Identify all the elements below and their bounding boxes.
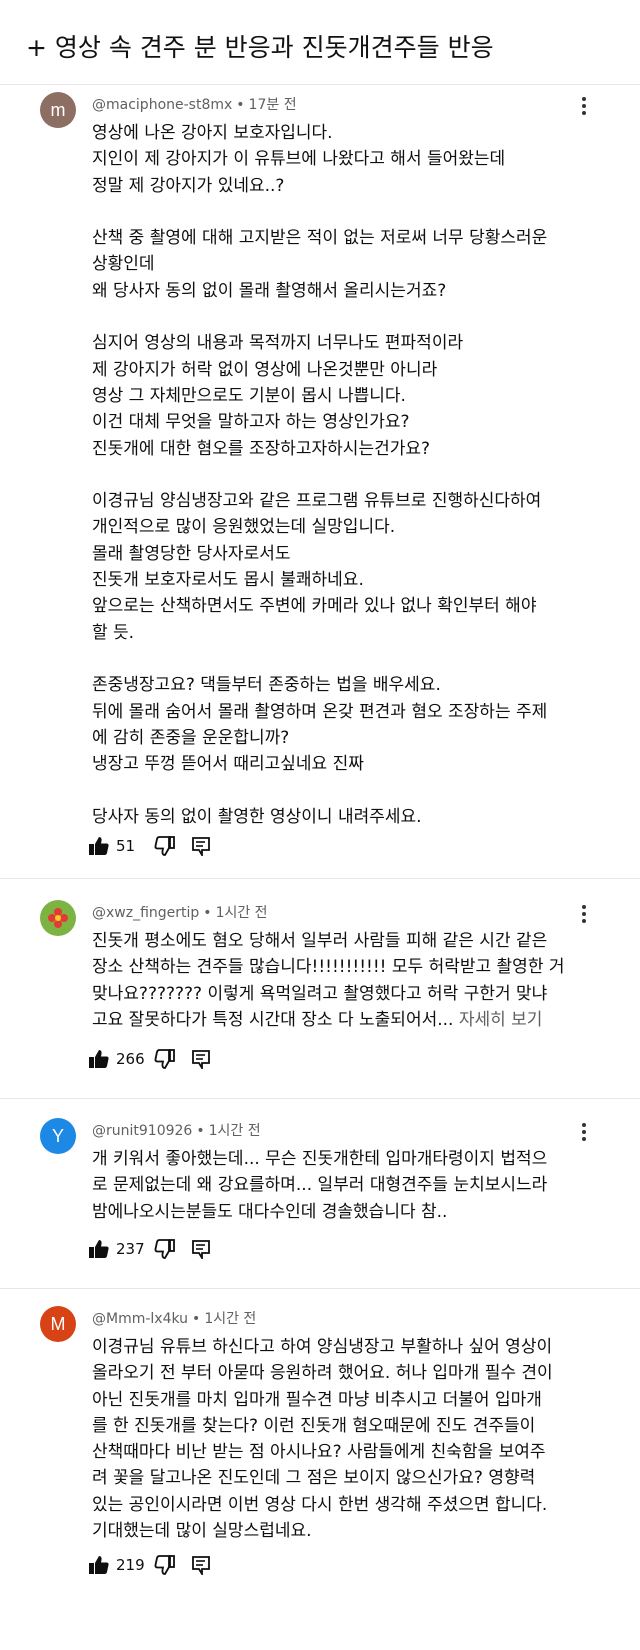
more-vert-icon bbox=[582, 905, 586, 923]
page-title: + 영상 속 견주 분 반응과 진돗개견주들 반응 bbox=[26, 33, 494, 62]
avatar[interactable]: m bbox=[40, 92, 76, 128]
like-count: 51 bbox=[116, 837, 136, 855]
thumbs-up-icon bbox=[89, 1050, 109, 1068]
reply-icon bbox=[192, 1556, 210, 1575]
like-count: 237 bbox=[116, 1240, 145, 1258]
more-vert-icon bbox=[582, 1123, 586, 1141]
reply-icon bbox=[192, 1050, 210, 1069]
comment-author[interactable]: @runit910926 bbox=[92, 1123, 192, 1139]
comment-text: 이경규님 유튜브 하신다고 하여 양심냉장고 부활하나 싶어 영상이 올라오기 … bbox=[92, 1337, 553, 1542]
dislike-button[interactable] bbox=[154, 1555, 176, 1575]
like-count: 219 bbox=[116, 1556, 145, 1574]
more-vert-icon bbox=[582, 97, 586, 115]
avatar[interactable]: Y bbox=[40, 1118, 76, 1154]
thumbs-up-icon bbox=[89, 837, 109, 855]
comment-divider bbox=[0, 1098, 640, 1099]
reply-button[interactable] bbox=[190, 1049, 212, 1069]
comment-author[interactable]: @maciphone-st8mx bbox=[92, 97, 232, 113]
avatar-letter: M bbox=[50, 1313, 66, 1334]
avatar[interactable] bbox=[40, 900, 76, 936]
avatar[interactable]: M bbox=[40, 1306, 76, 1342]
comment-actions: 266 bbox=[88, 1046, 212, 1072]
comment-meta: @Mmm-lx4ku • 1시간 전 bbox=[92, 1311, 257, 1327]
comment-time[interactable]: 1시간 전 bbox=[216, 905, 268, 921]
comment-meta: @xwz_fingertip • 1시간 전 bbox=[92, 905, 268, 921]
like-button[interactable]: 219 bbox=[88, 1555, 154, 1575]
dislike-button[interactable] bbox=[154, 836, 176, 856]
like-button[interactable]: 237 bbox=[88, 1239, 154, 1259]
comment-meta: @maciphone-st8mx • 17분 전 bbox=[92, 97, 297, 113]
thumbs-down-icon bbox=[154, 1049, 175, 1069]
comment-divider bbox=[0, 1288, 640, 1289]
dislike-button[interactable] bbox=[154, 1239, 176, 1259]
dislike-button[interactable] bbox=[154, 1049, 176, 1069]
more-options-button[interactable] bbox=[572, 900, 596, 928]
comment-actions: 219 bbox=[88, 1552, 212, 1578]
thumbs-up-icon bbox=[89, 1240, 109, 1258]
comment-time[interactable]: 1시간 전 bbox=[209, 1123, 261, 1139]
comment-divider bbox=[0, 878, 640, 879]
reply-icon bbox=[192, 1240, 210, 1259]
comment-actions: 237 bbox=[88, 1236, 212, 1262]
comment-author[interactable]: @xwz_fingertip bbox=[92, 905, 199, 921]
comment-time[interactable]: 17분 전 bbox=[249, 97, 297, 113]
comment-text: 영상에 나온 강아지 보호자입니다. 지인이 제 강아지가 이 유튜브에 나왔다… bbox=[92, 123, 548, 827]
avatar-letter: m bbox=[50, 99, 66, 120]
thumbs-down-icon bbox=[154, 1555, 175, 1575]
comment-actions: 51 bbox=[88, 833, 212, 859]
reply-icon bbox=[192, 837, 210, 856]
like-button[interactable]: 266 bbox=[88, 1049, 154, 1069]
more-options-button[interactable] bbox=[572, 1118, 596, 1146]
thumbs-up-icon bbox=[89, 1556, 109, 1574]
read-more-link[interactable]: 자세히 보기 bbox=[459, 1010, 543, 1030]
flower-avatar-icon bbox=[48, 908, 68, 928]
comment-meta: @runit910926 • 1시간 전 bbox=[92, 1123, 261, 1139]
reply-button[interactable] bbox=[190, 1239, 212, 1259]
comment-author[interactable]: @Mmm-lx4ku bbox=[92, 1311, 188, 1327]
reply-button[interactable] bbox=[190, 836, 212, 856]
like-button[interactable]: 51 bbox=[88, 836, 154, 856]
thumbs-down-icon bbox=[154, 1239, 175, 1259]
more-options-button[interactable] bbox=[572, 92, 596, 120]
thumbs-down-icon bbox=[154, 836, 175, 856]
comment-text: 개 키워서 좋아했는데... 무슨 진돗개한테 입마개타령이지 법적으 로 문제… bbox=[92, 1149, 548, 1222]
reply-button[interactable] bbox=[190, 1555, 212, 1575]
title-divider bbox=[0, 84, 640, 85]
comment-time[interactable]: 1시간 전 bbox=[204, 1311, 256, 1327]
like-count: 266 bbox=[116, 1050, 145, 1068]
comment-text: 진돗개 평소에도 혐오 당해서 일부러 사람들 피해 같은 시간 같은 장소 산… bbox=[92, 931, 565, 1030]
avatar-letter: Y bbox=[51, 1125, 64, 1146]
